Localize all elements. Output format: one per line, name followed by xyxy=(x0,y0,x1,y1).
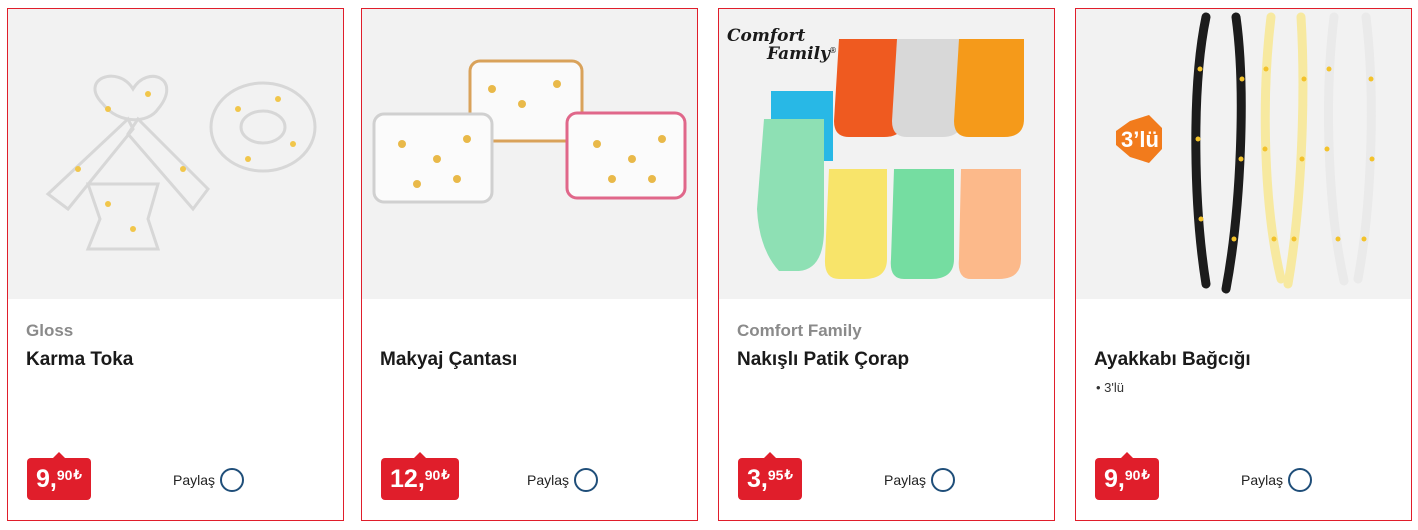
currency-symbol: ₺ xyxy=(1141,467,1150,482)
share-icon[interactable] xyxy=(931,468,956,492)
product-title[interactable]: Ayakkabı Bağcığı xyxy=(1094,349,1251,371)
product-title[interactable]: Makyaj Çantası xyxy=(380,349,517,371)
price-decimal: 90 xyxy=(424,467,441,483)
product-title[interactable]: Karma Toka xyxy=(26,349,133,371)
comfort-family-logo-line2: Family xyxy=(766,44,831,64)
share-icon[interactable] xyxy=(220,468,245,492)
price-integer: 3 xyxy=(747,465,761,493)
product-card-ayakkabi-bagcigi[interactable]: 3’lü Ayakkabı Bağcığı • 3'lü 9 , 90 ₺ Pa… xyxy=(1075,8,1412,521)
share-button[interactable]: Paylaş xyxy=(527,467,599,493)
share-label: Paylaş xyxy=(173,472,216,488)
socks-image: Comfort Family ® xyxy=(727,26,1024,279)
price-tag: 3 , 95 ₺ xyxy=(738,452,802,500)
product-image-ayakkabi-bagcigi[interactable]: 3’lü xyxy=(1076,9,1411,299)
price-tag: 9 , 90 ₺ xyxy=(27,452,91,500)
price-separator: , xyxy=(417,465,425,493)
three-pack-badge-text: 3’lü xyxy=(1121,127,1159,152)
share-label: Paylaş xyxy=(884,472,927,488)
share-icon[interactable] xyxy=(574,468,599,492)
currency-symbol: ₺ xyxy=(784,467,793,482)
share-button[interactable]: Paylaş xyxy=(884,467,956,493)
product-card-nakisli-patik-corap[interactable]: Comfort Family ® Comfort Family Nakışlı … xyxy=(718,8,1055,521)
product-brand: Comfort Family xyxy=(737,321,862,340)
price-integer: 9 xyxy=(1104,465,1118,493)
share-button[interactable]: Paylaş xyxy=(1241,467,1313,493)
share-icon[interactable] xyxy=(1288,468,1313,492)
price-integer: 12 xyxy=(390,465,418,493)
product-card-karma-toka[interactable]: Gloss Karma Toka 9 , 90 ₺ Paylaş xyxy=(7,8,344,521)
cosmetic-bags-image xyxy=(372,59,687,204)
product-image-karma-toka[interactable] xyxy=(8,9,343,299)
price-separator: , xyxy=(49,465,57,493)
registered-mark: ® xyxy=(829,46,837,55)
price-integer: 9 xyxy=(36,465,50,493)
shoelaces-image: 3’lü xyxy=(1116,12,1376,294)
share-label: Paylaş xyxy=(527,472,570,488)
product-image-makyaj-cantasi[interactable] xyxy=(362,9,697,299)
comfort-family-logo-line1: Comfort xyxy=(727,26,805,46)
scrunchie-bow-image xyxy=(45,74,317,251)
product-brand: Gloss xyxy=(26,321,74,340)
product-title[interactable]: Nakışlı Patik Çorap xyxy=(737,349,909,371)
currency-symbol: ₺ xyxy=(73,467,82,482)
product-card-makyaj-cantasi[interactable]: Makyaj Çantası 12 , 90 ₺ Paylaş xyxy=(361,8,698,521)
price-decimal: 90 xyxy=(56,467,73,483)
price-separator: , xyxy=(760,465,768,493)
currency-symbol: ₺ xyxy=(441,467,450,482)
share-button[interactable]: Paylaş xyxy=(173,467,245,493)
price-tag: 12 , 90 ₺ xyxy=(381,452,459,500)
share-label: Paylaş xyxy=(1241,472,1284,488)
price-decimal: 90 xyxy=(1124,467,1141,483)
price-decimal: 95 xyxy=(767,467,784,483)
product-feature: • 3'lü xyxy=(1096,380,1124,395)
product-image-nakisli-patik-corap[interactable]: Comfort Family ® xyxy=(719,9,1054,299)
price-tag: 9 , 90 ₺ xyxy=(1095,452,1159,500)
price-separator: , xyxy=(1117,465,1125,493)
